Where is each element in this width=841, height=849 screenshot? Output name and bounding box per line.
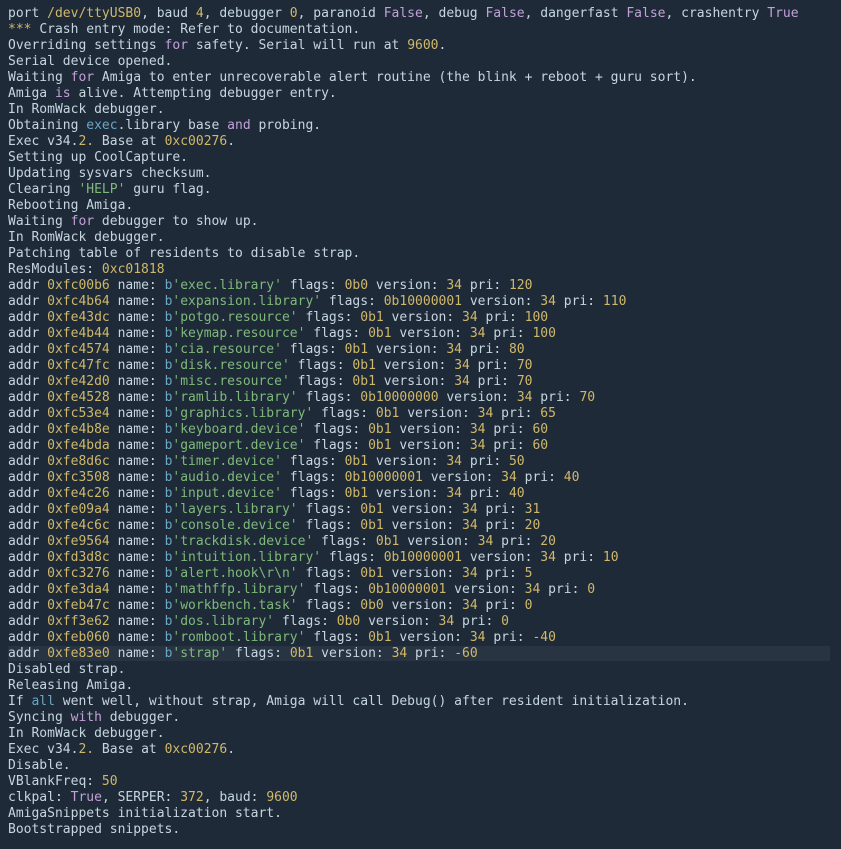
- terminal-output: port /dev/ttyUSB0, baud 4, debugger 0, p…: [0, 0, 841, 844]
